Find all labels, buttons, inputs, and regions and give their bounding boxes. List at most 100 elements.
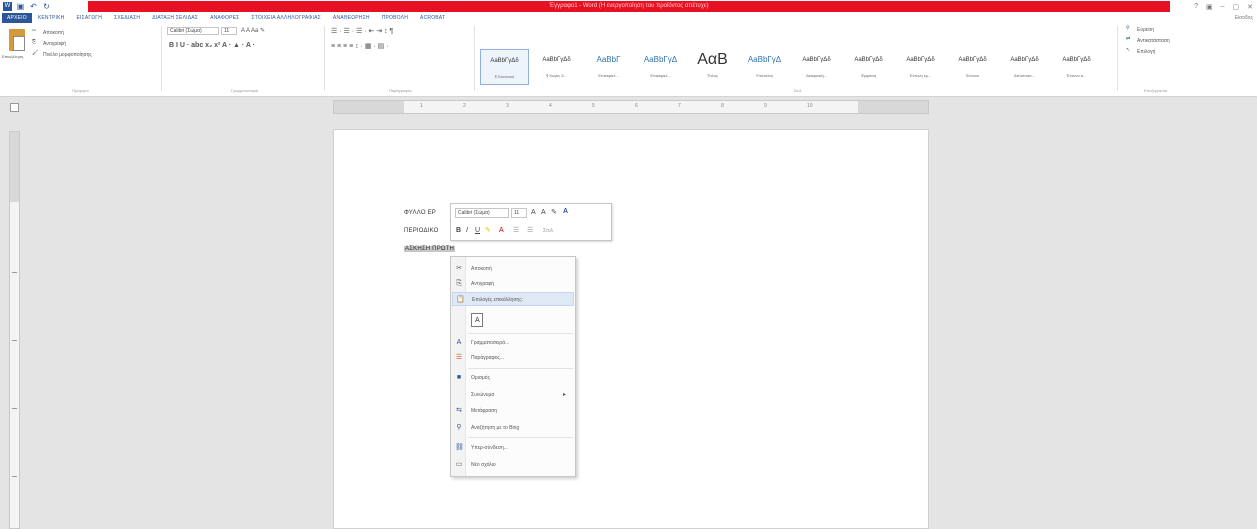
- document-line[interactable]: ΦΥΛΛΟ ΕΡ: [404, 210, 436, 216]
- style-item[interactable]: AaBbΓγΔδ ¶ Χωρίς δ...: [532, 49, 581, 85]
- ribbon-tabs: ΑΡΧΕΙΟ ΚΕΝΤΡΙΚΗ ΕΙΣΑΓΩΓΗ ΣΧΕΔΙΑΣΗ ΔΙΑΤΑΞ…: [0, 13, 1257, 23]
- style-name: ¶ Κανονικό: [494, 74, 515, 79]
- tab-file[interactable]: ΑΡΧΕΙΟ: [2, 13, 32, 23]
- redo-icon[interactable]: ↻: [42, 2, 51, 11]
- format-painter-button[interactable]: 🖌 Πινέλο μορφοποίησης: [32, 50, 92, 59]
- tab-selector[interactable]: [10, 103, 19, 112]
- save-icon[interactable]: ▣: [16, 2, 25, 11]
- paragraph-label: Παράγραφος: [388, 88, 413, 93]
- maximize-button[interactable]: ▢: [1233, 3, 1240, 11]
- ruler-number: 6: [635, 103, 638, 109]
- menu-item-hyperlink[interactable]: ⛓ Υπερ-σύνδεση...: [452, 441, 574, 455]
- tab-design[interactable]: ΣΧΕΔΙΑΣΗ: [108, 13, 146, 23]
- style-item[interactable]: AaBbΓγΔ Επικεφαλ...: [636, 49, 685, 85]
- paste-icon: [9, 29, 25, 51]
- sign-in-link[interactable]: Είσοδος: [1235, 13, 1253, 23]
- menu-item-search-bing[interactable]: ⚲ Αναζήτηση με το Bing: [452, 421, 574, 435]
- mini-underline-button[interactable]: U: [475, 226, 480, 236]
- document-line[interactable]: ΠΕΡΙΟΔΙΚΟ: [404, 228, 439, 234]
- minimize-button[interactable]: –: [1221, 3, 1225, 10]
- replace-button[interactable]: ⇄ Αντικατάσταση: [1126, 36, 1170, 45]
- tab-acrobat[interactable]: ACROBAT: [414, 13, 451, 23]
- style-item[interactable]: AaBbΓγΔδ Έμφαση: [844, 49, 893, 85]
- mini-styles-button[interactable]: Στυλ: [543, 226, 553, 236]
- mini-italic-button[interactable]: I: [466, 226, 468, 236]
- copy-button[interactable]: ⎘ Αντιγραφή: [32, 39, 66, 48]
- mini-bold-button[interactable]: B: [456, 226, 461, 236]
- close-button[interactable]: ✕: [1247, 3, 1253, 11]
- find-button[interactable]: ⚲ Εύρεση: [1126, 25, 1154, 34]
- font-format-row[interactable]: B I U · abc x₂ x² A · ▲ · A ·: [169, 42, 255, 49]
- mini-styles-icon[interactable]: A: [563, 207, 568, 217]
- mini-grow-font-button[interactable]: A: [531, 208, 536, 218]
- select-button[interactable]: ↖ Επιλογή: [1126, 47, 1155, 56]
- document-line-selected[interactable]: ΑΣΚΗΣΗ ΠΡΩΤΗ: [404, 246, 455, 252]
- ribbon: Επικόλληση ✂ Αποκοπή ⎘ Αντιγραφή 🖌 Πινέλο μ…: [0, 23, 1257, 97]
- quick-access-toolbar: W ▣ ↶ ↻: [3, 1, 51, 12]
- mini-shrink-font-button[interactable]: A: [541, 208, 546, 218]
- style-item[interactable]: AaBbΓγΔδ Απόσπασ...: [1000, 49, 1049, 85]
- style-item[interactable]: AaBbΓγΔδ ¶ Κανονικό: [480, 49, 529, 85]
- mini-format-painter-icon[interactable]: ✎: [551, 208, 557, 218]
- menu-item-label: Μετάφραση: [471, 408, 498, 414]
- style-sample: AaBbΓγΔδ: [490, 58, 519, 64]
- menu-item-cut[interactable]: ✂ Αποκοπή: [452, 262, 574, 276]
- style-item[interactable]: AaBbΓγΔ Υπότιτλος: [740, 49, 789, 85]
- mini-font-color-icon[interactable]: A: [499, 226, 504, 236]
- menu-item-label: Γραμματοσειρά...: [471, 340, 510, 346]
- tab-insert[interactable]: ΕΙΣΑΓΩΓΗ: [70, 13, 108, 23]
- vertical-ruler-tick: [12, 476, 17, 477]
- font-grow-shrink[interactable]: A A Aa ✎: [241, 27, 265, 34]
- style-item[interactable]: AaBbΓγΔδ Έντονο α...: [1052, 49, 1101, 85]
- paragraph-lists-row[interactable]: ☰ · ☰ · ☰ · ⇤ ⇥ ↕ ¶: [331, 27, 393, 35]
- brush-icon: 🖌: [32, 50, 39, 56]
- menu-item-paste-options[interactable]: 📋 Επιλογές επικόλλησης:: [452, 292, 574, 306]
- paste-button[interactable]: Επικόλληση: [2, 26, 30, 66]
- tab-layout[interactable]: ΔΙΑΤΑΞΗ ΣΕΛΙΔΑΣ: [146, 13, 204, 23]
- cut-button[interactable]: ✂ Αποκοπή: [32, 28, 64, 37]
- menu-item-font[interactable]: A Γραμματοσειρά...: [452, 336, 574, 350]
- format-painter-label: Πινέλο μορφοποίησης: [43, 51, 92, 58]
- tab-review[interactable]: ΑΝΑΘΕΩΡΗΣΗ: [327, 13, 376, 23]
- select-label: Επιλογή: [1137, 48, 1156, 55]
- style-item[interactable]: AaBbΓγΔδ Διακριτική...: [792, 49, 841, 85]
- paste-keep-text-only-icon[interactable]: [471, 313, 483, 327]
- menu-item-paragraph[interactable]: ☰ Παράγραφος...: [452, 351, 574, 365]
- book-icon: ■: [456, 374, 462, 381]
- menu-item-define[interactable]: ■ Ορισμός: [452, 371, 574, 385]
- mini-font-box[interactable]: Calibri (Σώμα): [455, 208, 509, 218]
- ribbon-display-button[interactable]: ▣: [1206, 3, 1213, 11]
- style-item[interactable]: ΑαΒ Τίτλος: [688, 49, 737, 85]
- tab-mailings[interactable]: ΣΤΟΙΧΕΙΑ ΑΛΛΗΛΟΓΡΑΦΙΑΣ: [245, 13, 326, 23]
- menu-item-synonyms[interactable]: Συνώνυμα ▸: [452, 388, 574, 402]
- style-name: Επικεφαλ...: [650, 73, 671, 78]
- style-item[interactable]: AaBbΓ Επικεφαλ...: [584, 49, 633, 85]
- font-name-box[interactable]: Calibri (Σώμα): [167, 27, 219, 35]
- mini-toolbar: Calibri (Σώμα) 11 A A ✎ A B I U ✎ A ☰ ☰ …: [450, 203, 612, 241]
- style-item[interactable]: AaBbΓγΔδ Έντονο: [948, 49, 997, 85]
- menu-item-copy[interactable]: ⎘ Αντιγραφή: [452, 277, 574, 291]
- window-title: Έγγραφο1 - Word (Η ενεργοποίηση του προϊ…: [549, 3, 709, 9]
- document-page[interactable]: ΦΥΛΛΟ ΕΡ ΠΕΡΙΟΔΙΚΟ ΑΣΚΗΣΗ ΠΡΩΤΗ: [333, 129, 929, 529]
- mini-bullets-icon[interactable]: ☰: [513, 226, 519, 236]
- vertical-ruler[interactable]: [9, 131, 20, 529]
- style-name: Απόσπασ...: [1014, 73, 1035, 78]
- tab-view[interactable]: ΠΡΟΒΟΛΗ: [376, 13, 414, 23]
- mini-highlight-icon[interactable]: ✎: [485, 226, 491, 236]
- help-button[interactable]: ?: [1194, 3, 1198, 10]
- horizontal-ruler[interactable]: 1 2 3 4 5 6 7 8 9 10: [333, 100, 929, 114]
- style-sample: AaBbΓγΔδ: [1010, 57, 1039, 63]
- menu-item-new-comment[interactable]: ▭ Νέο σχόλιο: [452, 458, 574, 472]
- clipboard-label: Πρόχειρο: [72, 88, 89, 93]
- font-size-box[interactable]: 11: [221, 27, 237, 35]
- tab-home[interactable]: ΚΕΝΤΡΙΚΗ: [32, 13, 71, 23]
- undo-icon[interactable]: ↶: [29, 2, 38, 11]
- paragraph-align-row[interactable]: ≡ ≡ ≡ ≡ ↕ · ▦ · ▤ ·: [331, 42, 389, 50]
- tab-references[interactable]: ΑΝΑΦΟΡΕΣ: [204, 13, 245, 23]
- style-item[interactable]: AaBbΓγΔδ Έντονη έμ...: [896, 49, 945, 85]
- mini-size-box[interactable]: 11: [511, 208, 527, 218]
- mini-numbering-icon[interactable]: ☰: [527, 226, 533, 236]
- binoculars-icon: ⚲: [1126, 25, 1130, 31]
- styles-gallery: AaBbΓγΔδ ¶ Κανονικό AaBbΓγΔδ ¶ Χωρίς δ... Aa…: [478, 49, 1118, 85]
- menu-item-translate[interactable]: ⇆ Μετάφραση: [452, 404, 574, 418]
